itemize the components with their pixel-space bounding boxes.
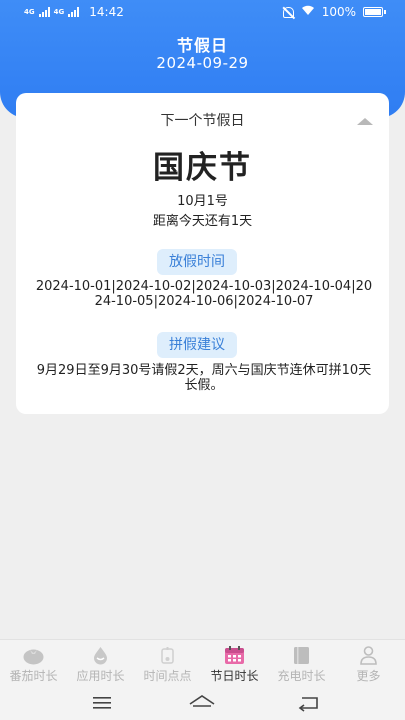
tab-label: 番茄时长 [9,669,58,683]
status-time: 14:42 [89,5,124,19]
battery-percent: 100% [321,5,356,19]
holiday-name: 国庆节 [153,150,252,186]
wifi-icon [301,5,315,19]
tab-app-time[interactable]: 应用时长 [67,640,134,687]
bottom-tab-bar: 番茄时长 应用时长 时间点点 节日时长 充电时长 更多 [0,639,405,686]
network-type-right: 4G [53,7,65,16]
days-off-badge: 放假时间 [157,249,237,275]
tab-label: 时间点点 [143,669,192,683]
calendar-icon [225,646,244,664]
tomato-icon [23,649,44,665]
person-icon [360,646,377,665]
signal-icon [38,7,50,17]
hourglass-icon [161,647,174,664]
page-title: 节假日 [176,36,228,55]
home-icon[interactable] [187,692,217,712]
leave-suggestion: 9月29日至9月30号请假2天，周六与国庆节连休可拼10天长假。 [36,363,372,393]
mute-icon [282,6,294,18]
tab-label: 充电时长 [277,669,326,683]
holiday-card: 下一个节假日 国庆节 10月1号 距离今天还有1天 放假时间 2024-10-0… [16,93,389,414]
suggestion-badge: 拼假建议 [157,332,237,358]
collapse-arrow-icon[interactable] [357,118,373,125]
signal-group: 4G 4G 14:42 [24,5,124,19]
status-bar: 4G 4G 14:42 100% [0,0,405,26]
status-indicators: 100% [282,5,386,19]
network-type-left: 4G [24,7,35,16]
days-off-list: 2024-10-01|2024-10-02|2024-10-03|2024-10… [35,279,373,309]
holiday-date: 10月1号 [177,194,228,209]
tab-label: 节日时长 [210,669,259,683]
battery-icon [363,7,386,17]
back-icon[interactable] [293,692,323,712]
current-date: 2024-09-29 [156,54,249,72]
book-icon [294,647,309,664]
tab-charging-time[interactable]: 充电时长 [268,640,335,687]
tab-tomato-time[interactable]: 番茄时长 [0,640,67,687]
signal-icon-2 [68,7,80,17]
tab-more[interactable]: 更多 [335,640,402,687]
tab-label: 更多 [356,669,381,683]
menu-icon[interactable] [87,692,117,712]
tab-holiday-time[interactable]: 节日时长 [201,640,268,687]
tab-label: 应用时长 [76,669,125,683]
next-holiday-label: 下一个节假日 [160,113,245,129]
holiday-countdown: 距离今天还有1天 [152,214,253,229]
drop-icon [94,647,107,665]
tab-time-points[interactable]: 时间点点 [134,640,201,687]
system-nav-bar [0,686,405,720]
